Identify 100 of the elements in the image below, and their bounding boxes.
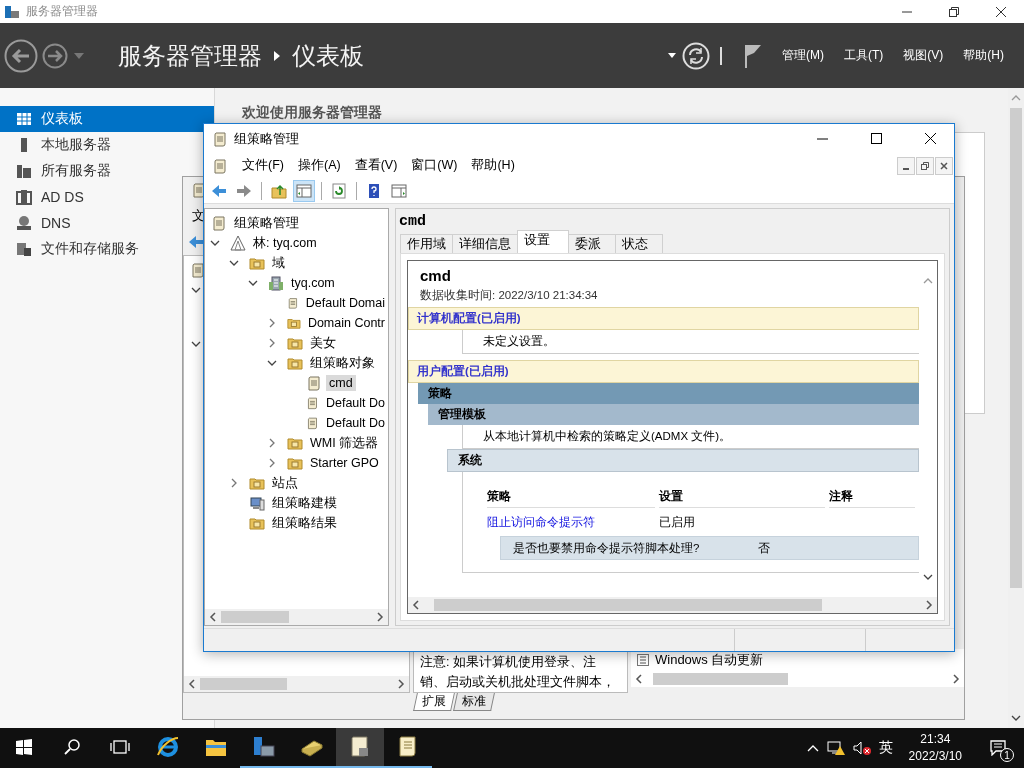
menu-item[interactable]: 窗口(W): [411, 157, 458, 174]
tree-item[interactable]: Default Domai: [302, 295, 388, 311]
restore-icon: [921, 161, 929, 170]
folder-icon: [249, 255, 265, 271]
scrollbar-thumb[interactable]: [433, 599, 822, 611]
scroll-left-icon[interactable]: [188, 679, 196, 689]
maximize-icon: [870, 133, 882, 144]
template-header[interactable]: 管理模板: [428, 404, 919, 425]
collection-time: 数据收集时间: 2022/3/10 21:34:34: [420, 288, 599, 303]
folder-icon: [249, 515, 265, 531]
folder-icon: [249, 475, 265, 491]
section-header[interactable]: 计算机配置(已启用): [408, 307, 919, 330]
tree-item[interactable]: cmd: [326, 375, 356, 391]
tree-item[interactable]: 域: [269, 253, 288, 273]
scroll-left-icon[interactable]: [635, 674, 643, 684]
sidebar-item[interactable]: 文件和存储服务: [0, 236, 145, 262]
minimize-button[interactable]: [897, 156, 915, 175]
tree-item[interactable]: 美女: [307, 333, 339, 353]
sidebar-item[interactable]: 本地服务器: [0, 132, 117, 158]
back-icon: [211, 182, 227, 199]
tree-item[interactable]: WMI 筛选器: [307, 433, 382, 453]
tree-item[interactable]: 组策略管理: [231, 213, 302, 233]
scroll-icon: [212, 130, 228, 147]
scroll-icon[interactable]: [190, 262, 206, 278]
horizontal-scrollbar[interactable]: [631, 671, 964, 687]
tree-item[interactable]: tyq.com: [288, 275, 338, 291]
scroll-right-icon[interactable]: [952, 674, 960, 684]
refresh-icon[interactable]: [682, 41, 710, 70]
back-icon[interactable]: [4, 38, 38, 73]
tree-item[interactable]: Starter GPO: [307, 455, 382, 471]
view-tab[interactable]: 标准: [453, 693, 495, 711]
storage-icon: [16, 241, 32, 257]
tab[interactable]: 状态: [615, 234, 663, 253]
tree-item[interactable]: Default Do: [322, 415, 388, 431]
scroll-right-icon[interactable]: [376, 612, 384, 622]
section-header[interactable]: 用户配置(已启用): [408, 360, 919, 383]
scroll-left-icon[interactable]: [412, 600, 420, 610]
tower-icon: [16, 189, 32, 205]
note-text: 注意: 如果计算机使用登录、注: [420, 654, 597, 671]
tree-item[interactable]: 林: tyq.com: [250, 233, 320, 253]
notification-button[interactable]: 1: [978, 728, 1018, 768]
refresh-icon: [331, 182, 347, 199]
back-arrow-icon[interactable]: [188, 235, 206, 249]
tab[interactable]: 设置: [517, 230, 569, 253]
menu-item[interactable]: 工具(T): [844, 47, 884, 64]
building-icon: [268, 275, 284, 291]
menu-item[interactable]: 帮助(H): [471, 157, 515, 174]
policies-header[interactable]: 策略: [418, 383, 919, 404]
scroll-right-icon[interactable]: [397, 679, 405, 689]
restore-button[interactable]: [916, 156, 934, 175]
breadcrumb-app[interactable]: 服务器管理器: [118, 39, 262, 72]
window-title: 服务器管理器: [26, 3, 98, 20]
network-warning-icon[interactable]: [826, 740, 845, 756]
tree-item[interactable]: Default Do: [322, 395, 388, 411]
volume-muted-icon[interactable]: [852, 740, 871, 756]
browser-icon: [156, 735, 180, 759]
tab[interactable]: 作用域: [400, 234, 453, 253]
view-tab[interactable]: 扩展: [413, 693, 455, 711]
pane-button[interactable]: [293, 179, 315, 202]
menu-item[interactable]: 帮助(H): [963, 47, 1004, 64]
scroll-right-icon[interactable]: [925, 600, 933, 610]
category-header[interactable]: 系统: [447, 449, 919, 472]
taskbar-app[interactable]: [336, 728, 384, 768]
note-text: 未定义设置。: [483, 334, 555, 349]
server-icon: [252, 735, 276, 759]
tree-item[interactable]: 站点: [269, 473, 301, 493]
menu-item[interactable]: 视图(V): [903, 47, 944, 64]
sidebar-item[interactable]: AD DS: [0, 184, 90, 210]
caret-down-icon[interactable]: [668, 53, 676, 58]
scrollbar-thumb[interactable]: [653, 673, 789, 685]
forward-icon[interactable]: [42, 42, 68, 69]
horizontal-scrollbar[interactable]: [205, 609, 388, 625]
menu-item[interactable]: 管理(M): [782, 47, 824, 64]
scrollbar-thumb[interactable]: [200, 678, 287, 690]
scroll-icon: [287, 295, 299, 311]
tab[interactable]: 委派: [568, 234, 616, 253]
minimize-icon: [902, 167, 910, 170]
tree-item[interactable]: 组策略建模: [269, 493, 340, 513]
policy-link[interactable]: 阻止访问命令提示符: [487, 516, 595, 528]
chevron-up-icon[interactable]: [806, 744, 819, 752]
option-question: 是否也要禁用命令提示符脚本处理?: [513, 540, 701, 556]
menu-item[interactable]: 文件(F): [242, 157, 284, 174]
tree-item[interactable]: 组策略结果: [269, 513, 340, 533]
sidebar-item[interactable]: 所有服务器: [0, 158, 117, 184]
flag-icon[interactable]: [744, 43, 762, 68]
sidebar-item[interactable]: DNS: [0, 210, 77, 236]
close-button[interactable]: [935, 156, 953, 175]
menu-item[interactable]: 查看(V): [354, 157, 398, 174]
tree-item[interactable]: 组策略对象: [307, 353, 378, 373]
tab[interactable]: 详细信息: [452, 234, 518, 253]
tree-item[interactable]: Domain Contr: [304, 315, 388, 331]
input-method[interactable]: 英: [878, 739, 893, 757]
scrollbar-thumb[interactable]: [221, 611, 289, 623]
scroll-left-icon[interactable]: [209, 612, 217, 622]
clock[interactable]: 21:34 2022/3/10: [900, 731, 970, 765]
sidebar-item[interactable]: 仪表板: [0, 106, 214, 132]
horizontal-scrollbar[interactable]: [408, 597, 937, 613]
horizontal-scrollbar[interactable]: [184, 676, 409, 692]
menu-item[interactable]: 操作(A): [297, 157, 341, 174]
scroll-icon: [212, 157, 228, 174]
